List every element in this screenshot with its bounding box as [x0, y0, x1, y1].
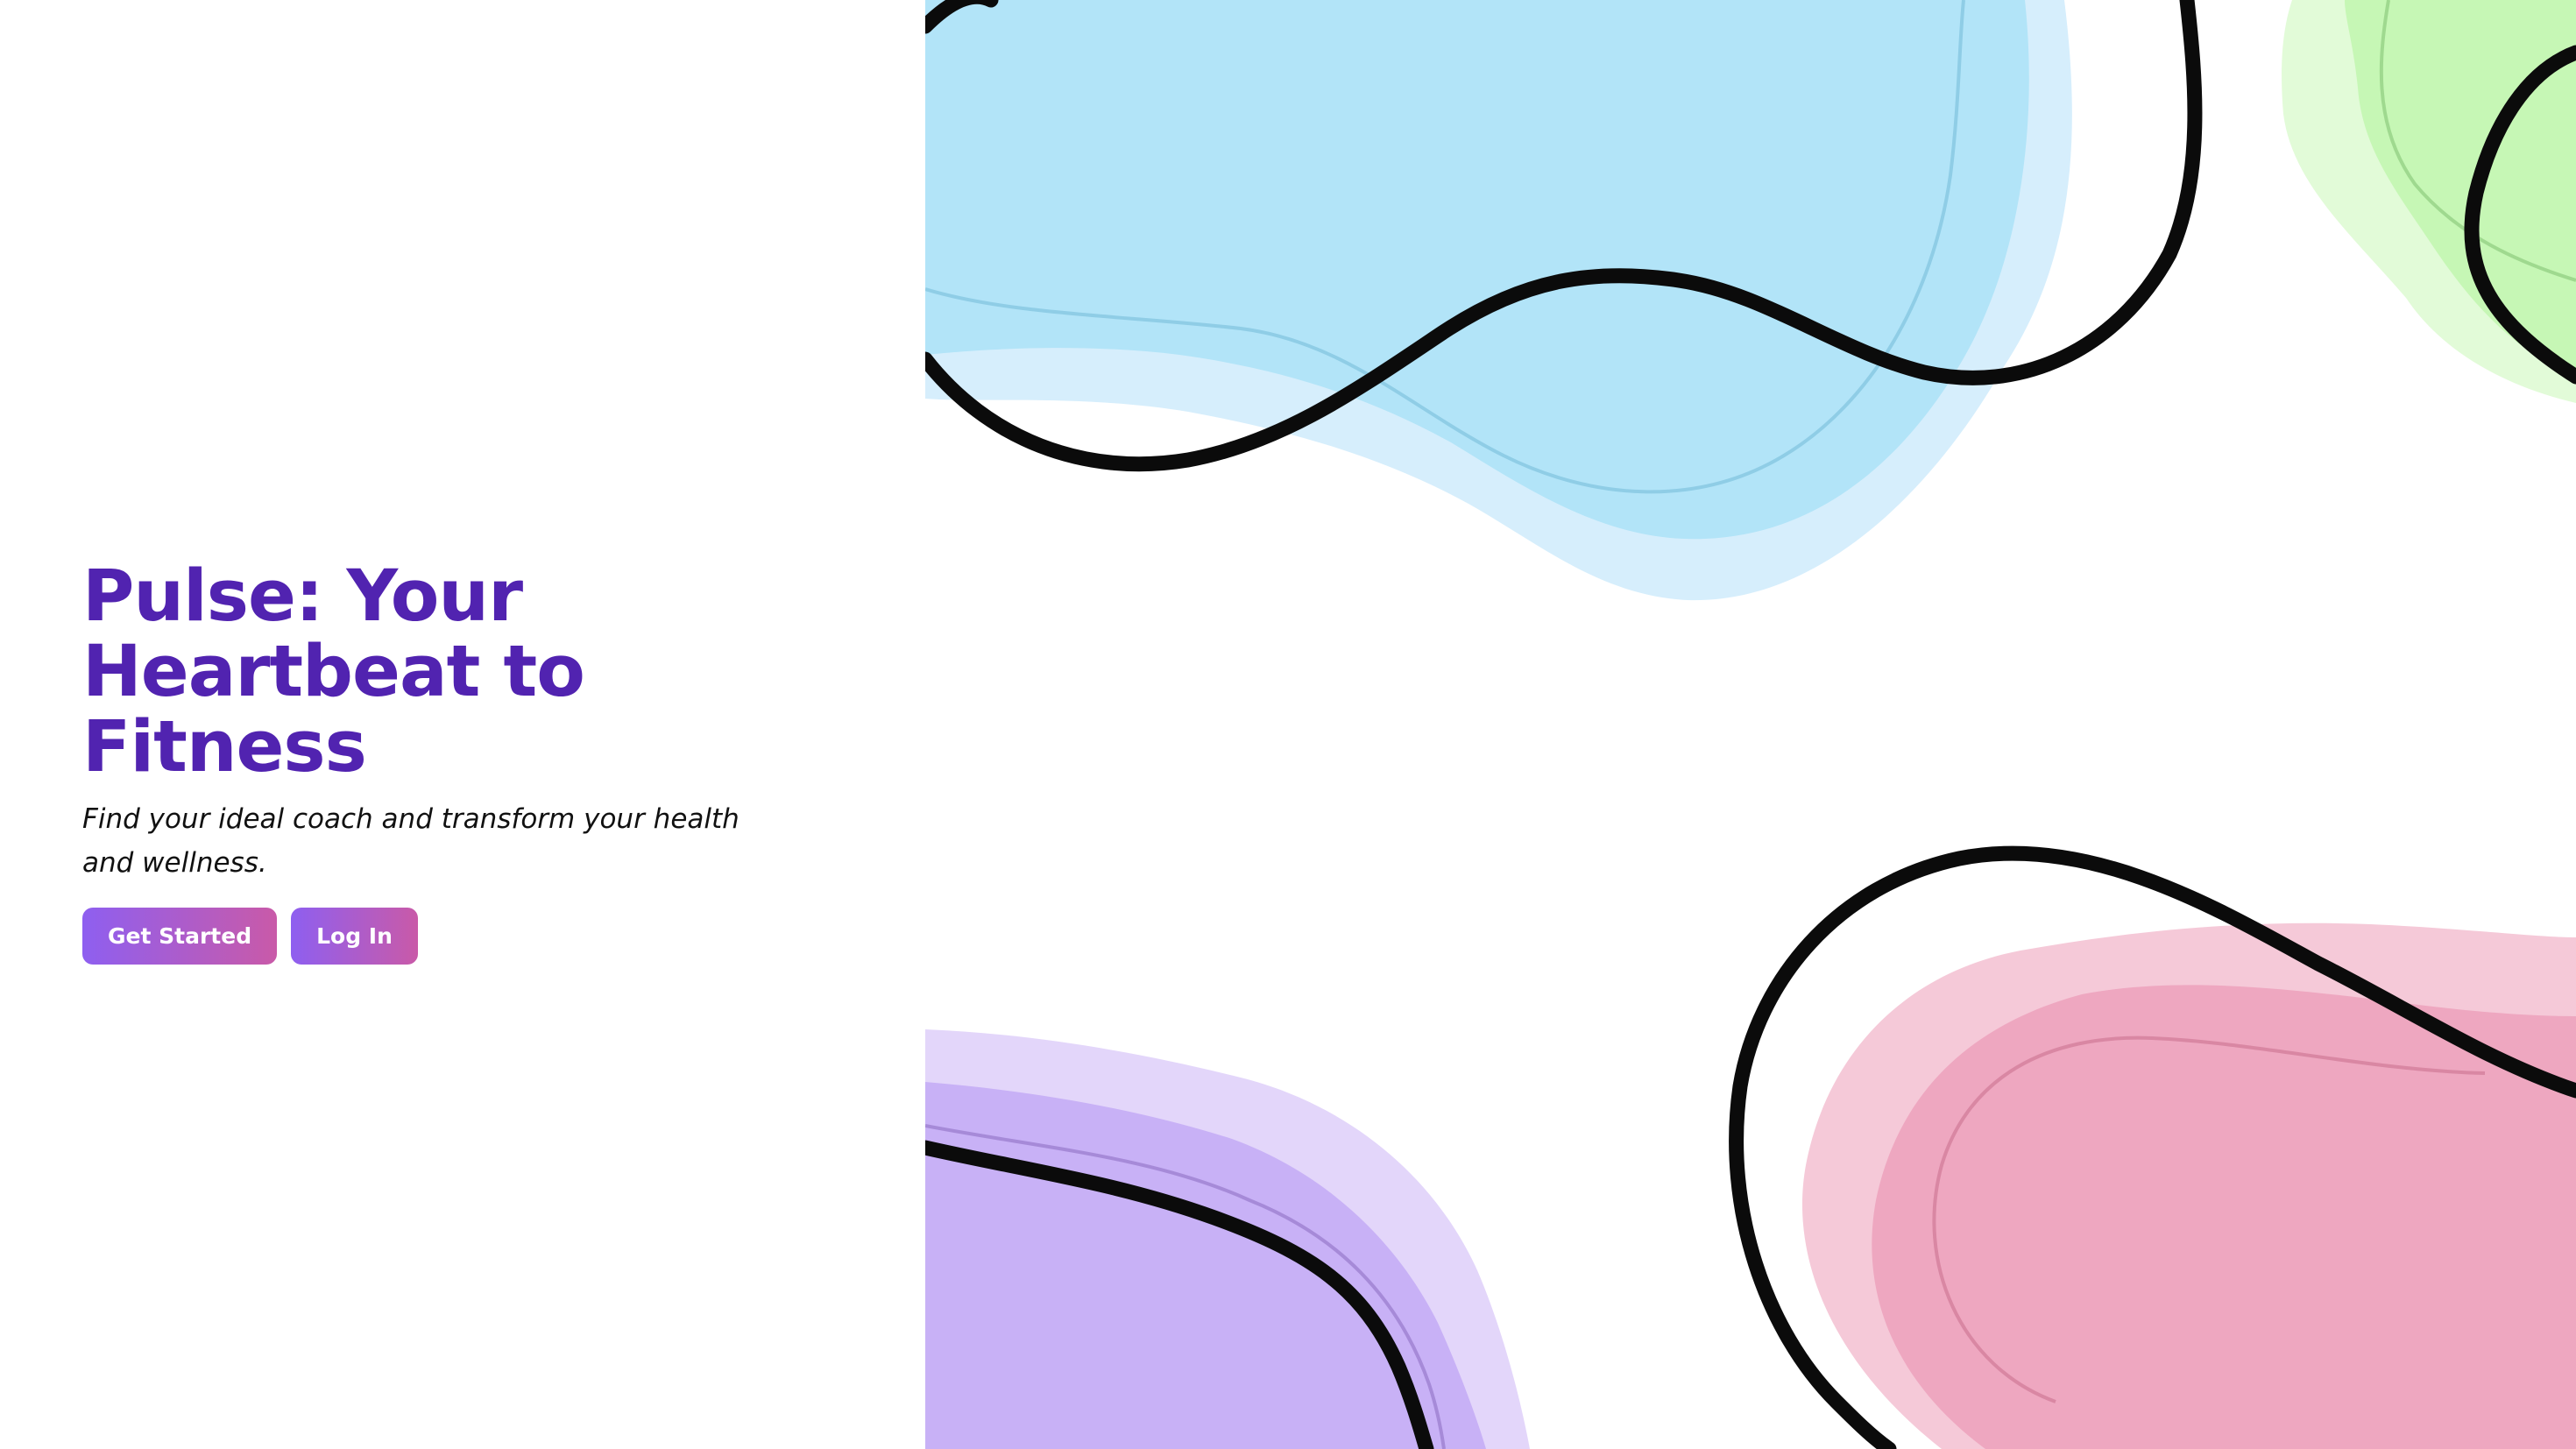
hero-title: Pulse: Your Heartbeat to Fitness: [82, 555, 585, 788]
decorative-art-panel: [925, 0, 2576, 1449]
hero-panel: Pulse: Your Heartbeat to Fitness Find yo…: [0, 0, 925, 1449]
abstract-blob-illustration: [925, 0, 2576, 1449]
pink-blob: [1872, 985, 2576, 1449]
log-in-button[interactable]: Log In: [291, 908, 418, 965]
hero-subtitle: Find your ideal coach and transform your…: [82, 803, 740, 879]
hero-content: Pulse: Your Heartbeat to Fitness Find yo…: [82, 559, 853, 965]
hero-actions: Get Started Log In: [82, 908, 853, 965]
landing-page: Pulse: Your Heartbeat to Fitness Find yo…: [0, 0, 2576, 1449]
get-started-button[interactable]: Get Started: [82, 908, 278, 965]
